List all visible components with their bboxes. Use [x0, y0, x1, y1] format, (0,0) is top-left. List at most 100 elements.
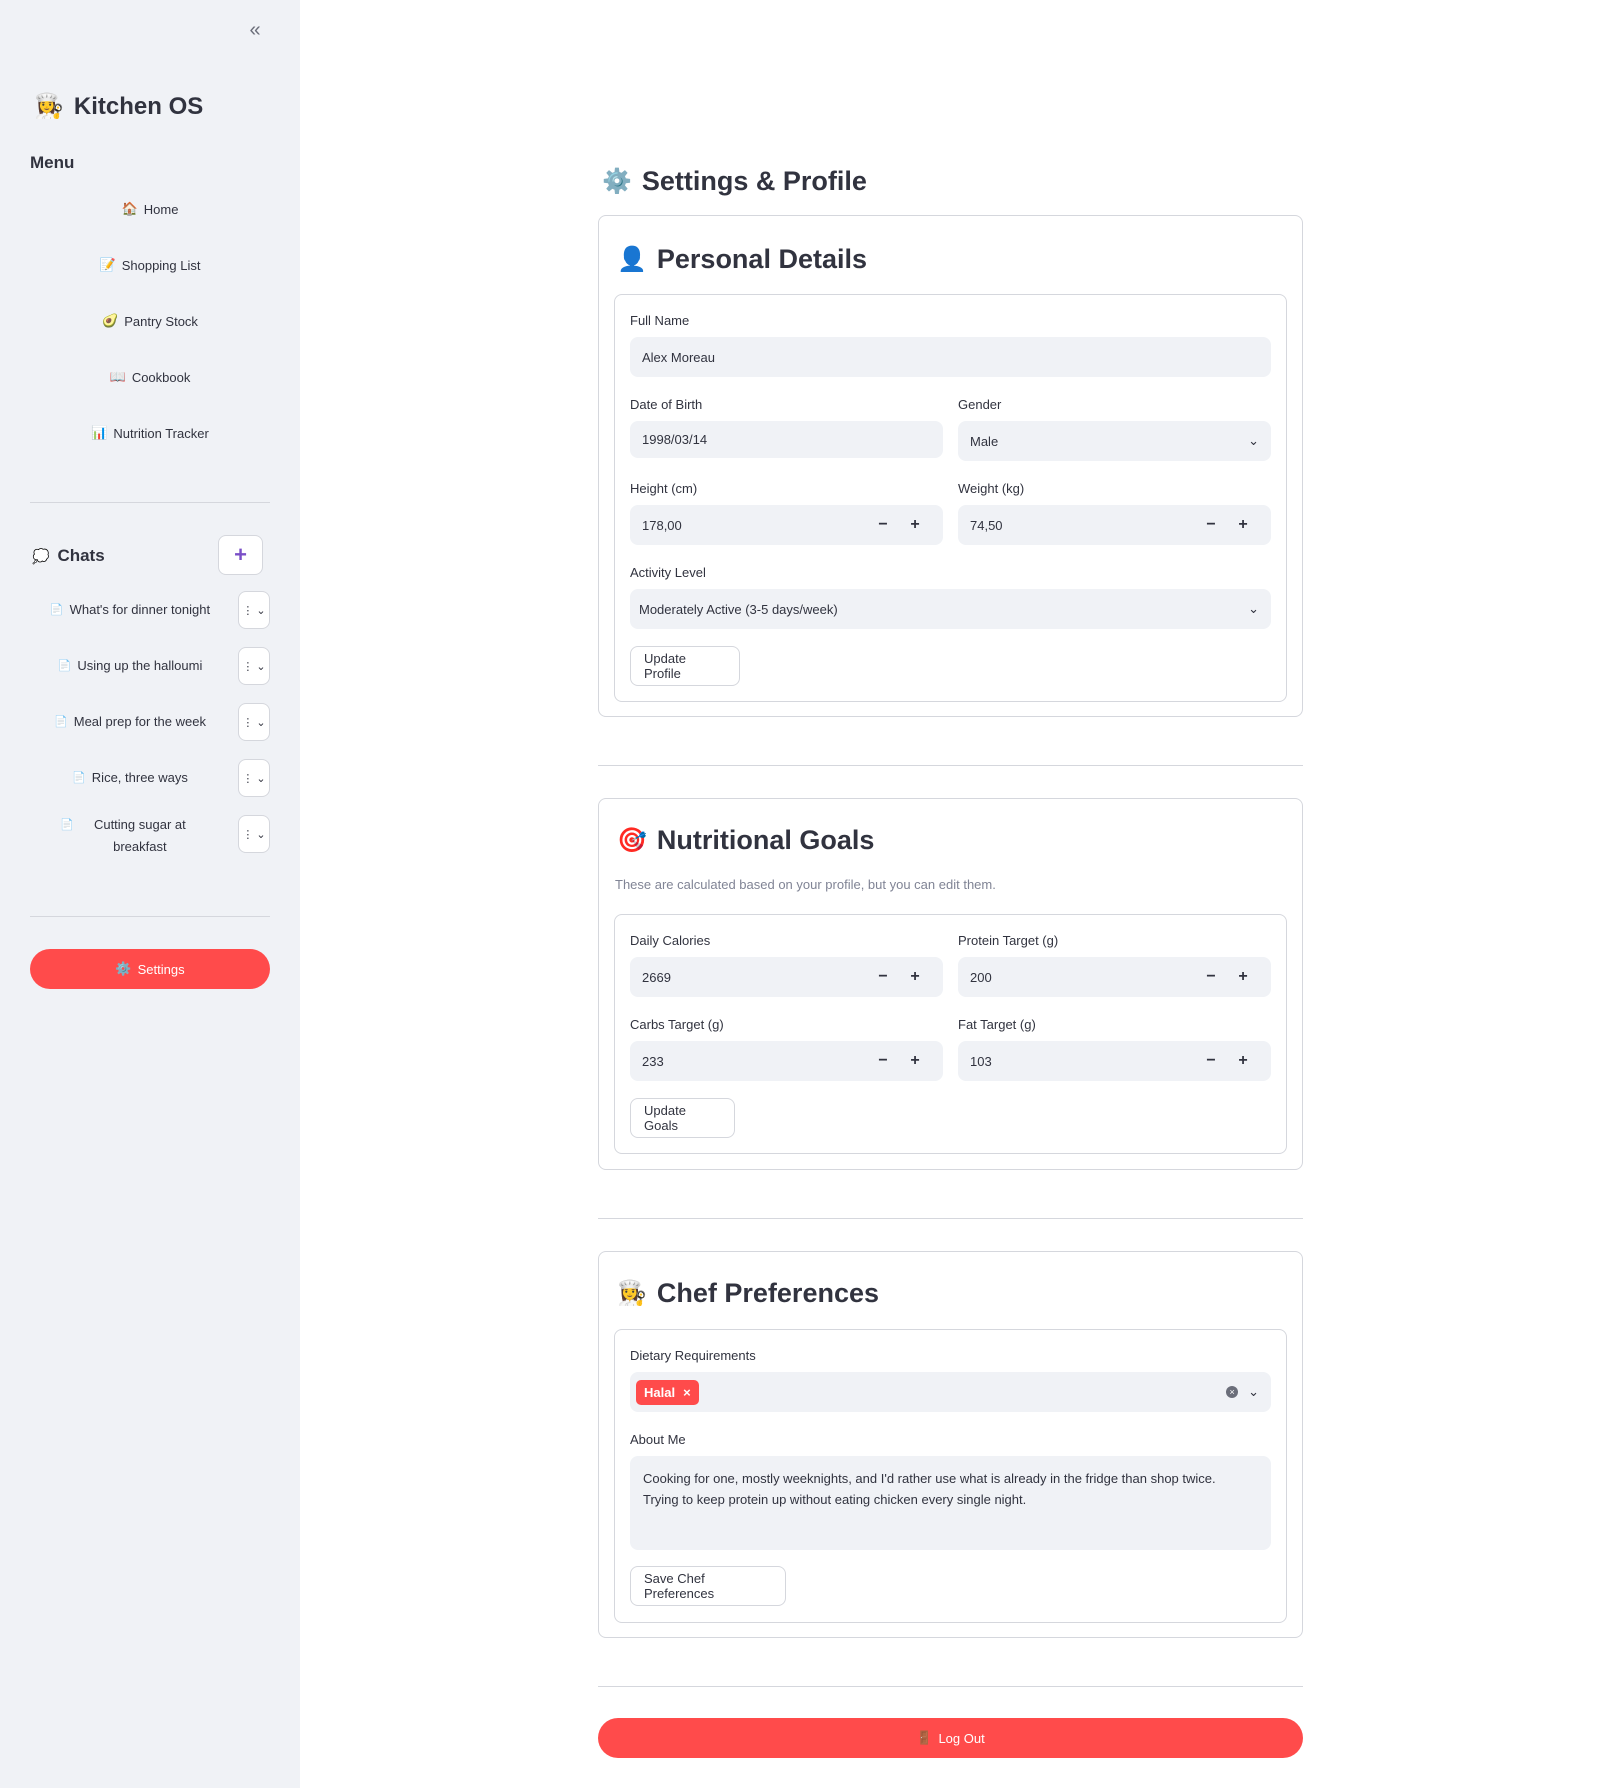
document-icon: 📄 — [60, 819, 74, 831]
nav-item-nutrition-tracker[interactable]: 📊 Nutrition Tracker — [30, 413, 270, 453]
chat-label: Cutting sugar at breakfast — [93, 817, 186, 854]
height-label: Height (cm) — [630, 481, 698, 496]
chat-options-button[interactable]: ⋮ ⌄ — [238, 815, 270, 853]
section-divider — [598, 765, 1303, 766]
nav-item-cookbook[interactable]: 📖 Cookbook — [30, 357, 270, 397]
kebab-icon: ⋮ — [242, 604, 254, 617]
chat-link[interactable]: 📄 Using up the halloumi — [30, 655, 230, 677]
dietary-tags: Halal × — [636, 1379, 1226, 1405]
open-book-icon: 📖 — [109, 369, 126, 384]
chat-link[interactable]: 📄 What's for dinner tonight — [30, 599, 230, 621]
calories-label: Daily Calories — [630, 933, 711, 948]
height-stepper[interactable]: 178,00 − + — [630, 505, 943, 545]
activity-label: Activity Level — [630, 565, 706, 580]
save-chef-preferences-button[interactable]: Save Chef Preferences — [630, 1566, 786, 1606]
chat-options-button[interactable]: ⋮ ⌄ — [238, 647, 270, 685]
new-chat-button[interactable]: + — [218, 535, 263, 575]
chevron-down-icon: ⌄ — [256, 604, 266, 617]
chat-link[interactable]: 📄 Rice, three ways — [30, 767, 230, 789]
decrement-button[interactable]: − — [1195, 968, 1227, 986]
fat-value: 103 — [970, 1053, 992, 1069]
chef-form: Dietary Requirements Halal × × ⌄ About M… — [614, 1329, 1287, 1623]
fat-stepper[interactable]: 103 − + — [958, 1041, 1271, 1081]
dob-input[interactable]: 1998/03/14 — [630, 421, 943, 458]
nav-label: Home — [143, 201, 179, 217]
increment-button[interactable]: + — [1227, 968, 1259, 986]
gear-icon: ⚙️ — [602, 168, 632, 195]
weight-label: Weight (kg) — [958, 481, 1025, 496]
increment-button[interactable]: + — [899, 516, 931, 534]
increment-button[interactable]: + — [1227, 1052, 1259, 1070]
chat-link[interactable]: 📄 Meal prep for the week — [30, 711, 230, 733]
update-goals-button[interactable]: Update Goals — [630, 1098, 735, 1138]
chevron-down-icon: ⌄ — [256, 716, 266, 729]
full-name-label: Full Name — [630, 313, 690, 328]
nav-label: Pantry Stock — [124, 313, 198, 329]
protein-label: Protein Target (g) — [958, 933, 1059, 948]
about-textarea[interactable]: Cooking for one, mostly weeknights, and … — [630, 1456, 1271, 1550]
gender-select[interactable]: Male ⌄ — [958, 421, 1271, 461]
sidebar-divider — [30, 502, 270, 503]
dietary-multiselect[interactable]: Halal × × ⌄ — [630, 1372, 1271, 1412]
document-icon: 📄 — [54, 716, 68, 728]
dob-label: Date of Birth — [630, 397, 703, 412]
gender-value: Male — [970, 433, 999, 449]
remove-tag-icon[interactable]: × — [683, 1385, 691, 1400]
chevron-down-icon: ⌄ — [1248, 601, 1259, 616]
activity-select[interactable]: Moderately Active (3-5 days/week) ⌄ — [630, 589, 1271, 629]
nav-item-shopping-list[interactable]: 📝 Shopping List — [30, 245, 270, 285]
increment-button[interactable]: + — [899, 968, 931, 986]
goals-form: Daily Calories 2669 − + Protein Target (… — [614, 914, 1287, 1154]
weight-stepper[interactable]: 74,50 − + — [958, 505, 1271, 545]
decrement-button[interactable]: − — [867, 1052, 899, 1070]
page-title: ⚙️ Settings & Profile — [602, 166, 867, 197]
document-icon: 📄 — [57, 660, 72, 672]
protein-stepper[interactable]: 200 − + — [958, 957, 1271, 997]
dietary-tag: Halal × — [636, 1379, 699, 1405]
carbs-stepper[interactable]: 233 − + — [630, 1041, 943, 1081]
nav-item-pantry-stock[interactable]: 🥑 Pantry Stock — [30, 301, 270, 341]
person-icon: 👤 — [617, 246, 647, 273]
thought-bubble-icon: 💭 — [32, 547, 50, 564]
clear-all-icon[interactable]: × — [1226, 1386, 1239, 1398]
house-icon: 🏠 — [121, 201, 138, 216]
weight-value: 74,50 — [970, 517, 1003, 533]
collapse-sidebar-icon[interactable]: « — [243, 18, 267, 42]
decrement-button[interactable]: − — [1195, 516, 1227, 534]
personal-details-card: 👤 Personal Details Full Name Alex Moreau… — [598, 215, 1303, 717]
nav-label: Shopping List — [121, 257, 201, 273]
chef-icon: 👩‍🍳 — [617, 1280, 647, 1307]
chat-options-button[interactable]: ⋮ ⌄ — [238, 591, 270, 629]
section-title-text: Nutritional Goals — [656, 825, 875, 855]
full-name-input[interactable]: Alex Moreau — [630, 337, 1271, 377]
kebab-icon: ⋮ — [242, 660, 254, 673]
app-title: Kitchen OS — [73, 92, 204, 120]
decrement-button[interactable]: − — [1195, 1052, 1227, 1070]
chat-label: Rice, three ways — [91, 770, 188, 785]
avocado-icon: 🥑 — [102, 313, 119, 328]
chats-heading: 💭 Chats — [32, 546, 105, 566]
chef-icon: 👩‍🍳 — [34, 93, 64, 120]
increment-button[interactable]: + — [899, 1052, 931, 1070]
log-out-label: Log Out — [938, 1730, 985, 1746]
activity-value: Moderately Active (3-5 days/week) — [639, 601, 838, 617]
decrement-button[interactable]: − — [867, 968, 899, 986]
gear-icon: ⚙️ — [115, 961, 132, 976]
chat-options-button[interactable]: ⋮ ⌄ — [238, 759, 270, 797]
settings-button[interactable]: ⚙️ Settings — [30, 949, 270, 989]
increment-button[interactable]: + — [1227, 516, 1259, 534]
target-icon: 🎯 — [617, 827, 647, 854]
section-title-text: Personal Details — [656, 244, 867, 274]
page-title-text: Settings & Profile — [641, 166, 867, 196]
section-title: 👤 Personal Details — [617, 244, 867, 275]
chat-link[interactable]: 📄 Cutting sugar at breakfast — [60, 814, 200, 858]
log-out-button[interactable]: 🚪 Log Out — [598, 1718, 1303, 1758]
chat-options-button[interactable]: ⋮ ⌄ — [238, 703, 270, 741]
menu-heading: Menu — [30, 153, 75, 172]
dob-value: 1998/03/14 — [642, 432, 708, 447]
nav-item-home[interactable]: 🏠 Home — [30, 189, 270, 229]
decrement-button[interactable]: − — [867, 516, 899, 534]
height-value: 178,00 — [642, 517, 682, 533]
calories-stepper[interactable]: 2669 − + — [630, 957, 943, 997]
update-profile-button[interactable]: Update Profile — [630, 646, 740, 686]
